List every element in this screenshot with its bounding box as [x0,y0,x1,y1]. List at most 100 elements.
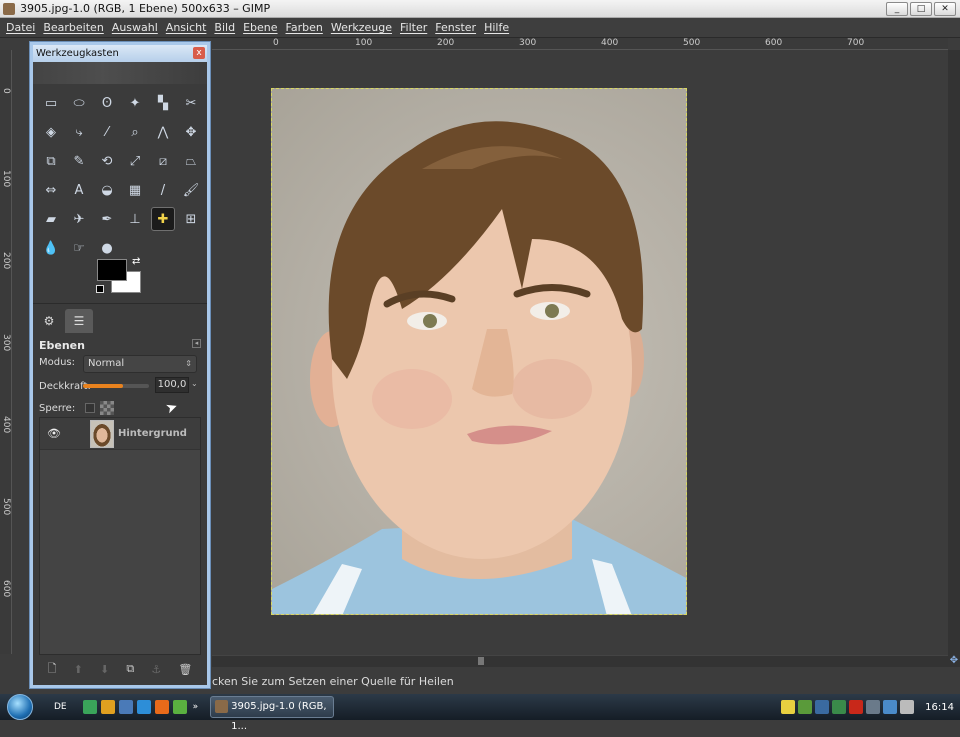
clone-icon[interactable]: ⊥ [123,207,147,231]
align-icon[interactable]: ⧉ [39,149,63,173]
tool-options-tab-icon[interactable]: ⚙ [35,309,63,333]
lasso-icon[interactable]: ʘ [95,91,119,115]
flip-icon[interactable]: ⇔ [39,178,63,202]
horizontal-ruler[interactable]: 0 100 200 300 400 500 600 700 [212,38,948,50]
clock[interactable]: 16:14 [925,702,954,713]
tray-icon[interactable] [866,700,881,714]
toolbox-title[interactable]: Werkzeugkasten x [33,45,207,62]
airbrush-icon[interactable]: ✈ [67,207,91,231]
panel-menu-icon[interactable]: ◂ [192,339,201,348]
tray-icon[interactable] [781,700,796,714]
reset-colors-icon[interactable] [96,285,104,293]
tray-icon[interactable] [798,700,813,714]
volume-icon[interactable] [900,700,915,714]
rotate-icon[interactable]: ⟲ [95,149,119,173]
lower-layer-icon[interactable]: ⬇ [100,663,109,676]
paintbrush-icon[interactable]: 🖌 [179,178,203,202]
ink-icon[interactable]: ✒ [95,207,119,231]
delete-layer-icon[interactable]: 🗑 [178,663,192,676]
smudge-icon[interactable]: ☞ [67,236,91,260]
menu-hilfe[interactable]: Hilfe [484,21,509,34]
eye-icon[interactable]: 👁 [40,427,68,440]
text-icon[interactable]: A [67,178,91,202]
tray-icon[interactable] [815,700,830,714]
perspective-clone-icon[interactable]: ⊞ [179,207,203,231]
blur-icon[interactable]: 💧 [39,236,63,260]
scissors-icon[interactable]: ✂ [179,91,203,115]
horizontal-scroll-thumb[interactable] [478,657,484,665]
gimp-image-icon [3,2,15,15]
language-indicator[interactable]: DE [54,702,67,712]
layer-list[interactable]: 👁 Hintergrund [39,417,201,655]
media-player-icon[interactable] [100,700,115,714]
antivirus-icon[interactable] [849,700,864,714]
horizontal-scrollbar[interactable] [212,655,948,667]
duplicate-layer-icon[interactable]: ⧉ [126,662,134,676]
chevron-down-icon[interactable]: ⌄ [191,379,198,388]
menu-farben[interactable]: Farben [286,21,323,34]
new-layer-icon[interactable]: 🗋 [48,660,57,679]
menu-werkzeuge[interactable]: Werkzeuge [331,21,392,34]
menu-datei[interactable]: Datei [6,21,35,34]
desktop-icon[interactable] [82,700,97,714]
scale-icon[interactable]: ⤢ [123,149,147,173]
tray-icon[interactable] [832,700,847,714]
menu-ebene[interactable]: Ebene [243,21,277,34]
start-button[interactable] [0,694,40,720]
opacity-input[interactable]: 100,0 [155,377,189,393]
ruler-label: 0 [1,88,11,94]
heal-icon[interactable]: ✚ [151,207,175,231]
lock-pixels-checkbox[interactable] [85,403,95,413]
eraser-icon[interactable]: ▰ [39,207,63,231]
taskbar-gimp-window[interactable]: 3905.jpg-1.0 (RGB, 1... [210,696,335,732]
image-canvas[interactable] [271,88,687,615]
opacity-slider[interactable] [83,379,153,393]
anchor-layer-icon[interactable]: ⚓ [151,663,161,676]
menu-bar: Datei Bearbeiten Auswahl Ansicht Bild Eb… [0,18,960,38]
blend-icon[interactable]: ▦ [123,178,147,202]
measure-icon[interactable]: ⋀ [151,120,175,144]
menu-ansicht[interactable]: Ansicht [166,21,207,34]
app-icon[interactable] [172,700,187,714]
zoom-icon[interactable]: ⌕ [123,120,147,144]
firefox-icon[interactable] [154,700,169,714]
bucket-fill-icon[interactable]: ◒ [95,178,119,202]
crop-icon[interactable]: ✎ [67,149,91,173]
network-icon[interactable] [883,700,898,714]
mode-select[interactable]: Normal ⇕ [83,355,197,373]
menu-auswahl[interactable]: Auswahl [112,21,158,34]
menu-bild[interactable]: Bild [214,21,235,34]
raise-layer-icon[interactable]: ⬆ [74,663,83,676]
vertical-ruler[interactable]: 0 100 200 300 400 500 600 [0,50,12,654]
color-select-icon[interactable]: ▚ [151,91,175,115]
maximize-button[interactable]: □ [910,1,932,16]
navigate-icon[interactable]: ✥ [948,655,960,667]
ellipse-select-icon[interactable]: ⬭ [67,91,91,115]
layers-tab-icon[interactable]: ☰ [65,309,93,333]
toolbox-close-button[interactable]: x [193,47,205,59]
vertical-scrollbar[interactable] [948,50,960,667]
ruler-label: 300 [1,334,11,352]
pencil-icon[interactable]: / [151,178,175,202]
lock-alpha-icon[interactable] [100,401,114,415]
close-button[interactable]: ✕ [934,1,956,16]
menu-bearbeiten[interactable]: Bearbeiten [43,21,103,34]
foreground-color[interactable] [97,259,127,281]
layer-row[interactable]: 👁 Hintergrund [40,418,200,450]
menu-fenster[interactable]: Fenster [435,21,476,34]
foreground-select-icon[interactable]: ◈ [39,120,63,144]
rect-select-icon[interactable]: ▭ [39,91,63,115]
minimize-button[interactable]: _ [886,1,908,16]
more-chevron-icon[interactable]: » [193,702,199,712]
shear-icon[interactable]: ⧄ [151,149,175,173]
internet-explorer-icon[interactable] [136,700,151,714]
perspective-icon[interactable]: ⏢ [179,149,203,173]
dodge-burn-icon[interactable]: ● [95,236,119,260]
swap-colors-icon[interactable]: ⇄ [132,256,140,267]
fuzzy-select-icon[interactable]: ✦ [123,91,147,115]
explorer-icon[interactable] [118,700,133,714]
color-picker-icon[interactable]: ⁄ [95,120,119,144]
menu-filter[interactable]: Filter [400,21,427,34]
move-icon[interactable]: ✥ [179,120,203,144]
paths-icon[interactable]: ⤷ [67,120,91,144]
